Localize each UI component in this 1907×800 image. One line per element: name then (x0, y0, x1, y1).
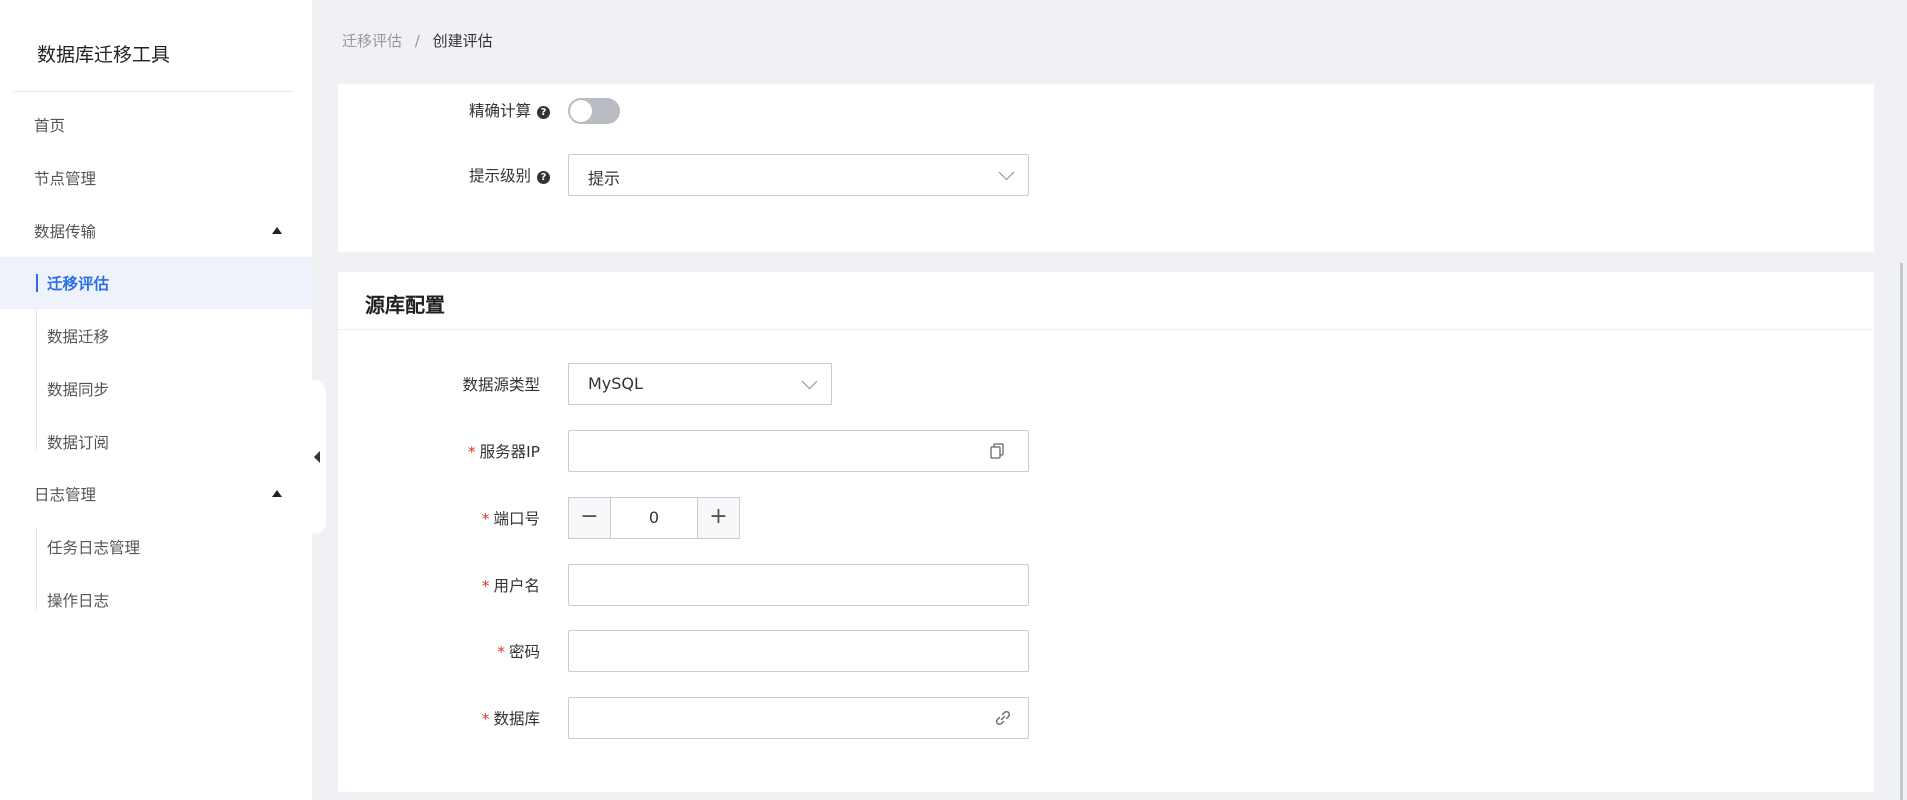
sidebar-item-data-sync[interactable]: 数据同步 (0, 363, 312, 415)
caret-left-icon (314, 451, 320, 463)
password-label-text: 密码 (508, 643, 540, 661)
port-value[interactable]: 0 (611, 497, 697, 539)
app-title: 数据库迁移工具 (37, 44, 171, 66)
required-mark: * (497, 643, 505, 661)
caret-up-icon (272, 227, 282, 234)
sidebar-item-task-logs[interactable]: 任务日志管理 (0, 521, 312, 573)
breadcrumb-current: 创建评估 (432, 32, 493, 50)
sidebar: 数据库迁移工具 首页 节点管理 数据传输 迁移评估 数据迁移 数据同步 数据订阅… (0, 0, 312, 800)
source-config-card: 源库配置 数据源类型 MySQL * 服务器IP * 端口号 − 0 + * 用户名 … (338, 272, 1874, 792)
database-label: * 数据库 (482, 707, 540, 729)
breadcrumb-separator: / (414, 32, 420, 50)
port-stepper[interactable]: − 0 + (568, 497, 740, 539)
sidebar-item-label: 数据传输 (34, 223, 97, 241)
sidebar-item-label: 数据迁移 (47, 328, 110, 346)
port-label-text: 端口号 (493, 510, 540, 528)
page-scrollbar[interactable] (1900, 263, 1903, 800)
source-type-select[interactable]: MySQL (568, 363, 832, 405)
server-ip-label-text: 服务器IP (479, 443, 540, 461)
sidebar-item-migration-assessment[interactable]: 迁移评估 (0, 257, 312, 309)
source-config-title: 源库配置 (365, 293, 445, 317)
hint-level-label-text: 提示级别 (468, 167, 531, 185)
server-ip-label: * 服务器IP (468, 440, 540, 462)
chevron-down-icon (801, 373, 818, 390)
copy-icon[interactable] (987, 441, 1007, 461)
database-input[interactable] (568, 697, 1029, 739)
username-label: * 用户名 (482, 574, 540, 596)
username-input[interactable] (568, 564, 1029, 606)
sidebar-item-operation-logs[interactable]: 操作日志 (0, 574, 312, 626)
required-mark: * (467, 443, 476, 461)
breadcrumb-parent-link[interactable]: 迁移评估 (342, 32, 402, 50)
required-mark: * (481, 510, 490, 528)
link-icon[interactable] (993, 708, 1013, 728)
breadcrumb: 迁移评估 / 创建评估 (342, 30, 493, 51)
source-type-label: 数据源类型 (462, 373, 540, 395)
question-circle-icon[interactable]: ? (537, 171, 550, 184)
source-type-label-text: 数据源类型 (462, 376, 540, 394)
hint-level-label: 提示级别? (469, 164, 550, 186)
port-increment-button[interactable]: + (697, 497, 740, 539)
source-type-value: MySQL (588, 374, 643, 393)
sidebar-item-label: 迁移评估 (47, 275, 110, 293)
precise-calc-toggle[interactable] (568, 98, 620, 124)
hint-level-select[interactable]: 提示 (568, 154, 1029, 196)
password-input[interactable] (568, 630, 1029, 672)
sidebar-item-data-subscription[interactable]: 数据订阅 (0, 416, 312, 468)
database-label-text: 数据库 (493, 710, 540, 728)
sidebar-group-data-transfer[interactable]: 数据传输 (0, 205, 312, 257)
caret-up-icon (272, 490, 282, 497)
sidebar-item-label: 数据同步 (47, 381, 110, 399)
sidebar-item-home[interactable]: 首页 (0, 99, 312, 151)
password-label: * 密码 (497, 640, 540, 662)
sidebar-group-log-management[interactable]: 日志管理 (0, 468, 312, 520)
sidebar-item-label: 操作日志 (47, 592, 110, 610)
hint-level-value: 提示 (588, 169, 621, 188)
sidebar-item-node-management[interactable]: 节点管理 (0, 152, 312, 204)
sidebar-divider (14, 91, 292, 92)
chevron-down-icon (998, 164, 1015, 181)
question-circle-icon[interactable]: ? (537, 106, 550, 119)
active-indicator (36, 274, 38, 292)
sidebar-item-label: 日志管理 (34, 486, 97, 504)
sidebar-item-label: 数据订阅 (47, 434, 110, 452)
server-ip-input[interactable] (568, 430, 1029, 472)
username-label-text: 用户名 (493, 577, 540, 595)
precise-calc-label-text: 精确计算 (468, 102, 531, 120)
sidebar-item-label: 节点管理 (34, 170, 97, 188)
toggle-knob (570, 100, 592, 122)
sidebar-item-label: 任务日志管理 (47, 539, 141, 557)
precise-calc-label: 精确计算? (469, 99, 550, 121)
assessment-options-card: 精确计算? 提示级别? 提示 (338, 84, 1874, 252)
source-config-header: 源库配置 (338, 272, 1874, 330)
required-mark: * (481, 577, 490, 595)
required-mark: * (481, 710, 490, 728)
sidebar-collapse-button[interactable] (304, 380, 326, 534)
sidebar-item-data-migration[interactable]: 数据迁移 (0, 310, 312, 362)
port-label: * 端口号 (482, 507, 540, 529)
sidebar-item-label: 首页 (34, 117, 66, 135)
port-decrement-button[interactable]: − (568, 497, 611, 539)
